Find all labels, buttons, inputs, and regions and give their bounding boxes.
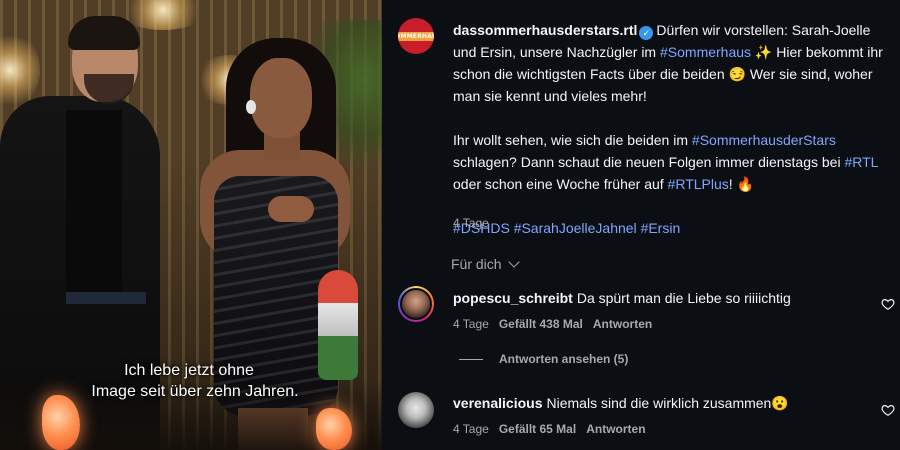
- reply-button[interactable]: Antworten: [586, 422, 645, 436]
- like-heart-icon[interactable]: [881, 403, 895, 417]
- comment-filter-dropdown[interactable]: Für dich: [451, 256, 520, 272]
- hashtag-link[interactable]: #RTLPlus: [668, 176, 729, 192]
- comment-body: popescu_schreibt Da spürt man die Liebe s…: [453, 290, 791, 306]
- hashtag-link[interactable]: #Sommerhaus: [660, 44, 751, 60]
- man-hair: [68, 16, 140, 50]
- like-heart-icon[interactable]: [881, 297, 895, 311]
- man-belt: [66, 292, 146, 304]
- caption-text: ! 🔥: [728, 176, 754, 192]
- comment-timestamp[interactable]: 4 Tage: [453, 422, 489, 436]
- caption-text: oder schon eine Woche früher auf: [453, 176, 668, 192]
- comment-likes[interactable]: Gefällt 438 Mal: [499, 317, 583, 331]
- video-subtitle-line-1: Ich lebe jetzt ohne: [124, 362, 254, 379]
- comment-text: Niemals sind die wirklich zusammen😮: [546, 395, 789, 411]
- comment-meta-row: 4 Tage Gefällt 65 Mal Antworten: [453, 422, 646, 436]
- caption-username[interactable]: dassommerhausderstars.rtl: [453, 22, 637, 38]
- comment-likes[interactable]: Gefällt 65 Mal: [499, 422, 576, 436]
- commenter-avatar[interactable]: [398, 392, 434, 428]
- video-subtitle-line-2: Image seit über zehn Jahren.: [91, 383, 299, 400]
- comment-username[interactable]: popescu_schreibt: [453, 290, 573, 306]
- caption-text: schlagen? Dann schaut die neuen Folgen i…: [453, 154, 845, 170]
- hashtag-link[interactable]: #SarahJoelleJahnel: [514, 220, 637, 236]
- verified-badge-icon: ✓: [639, 26, 654, 40]
- view-replies-button[interactable]: Antworten ansehen (5): [459, 352, 628, 366]
- man-shirt: [66, 110, 122, 300]
- account-logo-text: SOMMERHAUS: [398, 31, 434, 41]
- hashtag-link[interactable]: #RTL: [844, 154, 877, 170]
- hashtag-link[interactable]: #SommerhausderStars: [692, 132, 836, 148]
- avatar-photo: [400, 288, 432, 320]
- replies-divider-line: [459, 358, 483, 360]
- comment-meta-row: 4 Tage Gefällt 438 Mal Antworten: [453, 317, 652, 331]
- post-video[interactable]: Ich lebe jetzt ohne Image seit über zehn…: [0, 0, 382, 450]
- reply-button[interactable]: Antworten: [593, 317, 652, 331]
- comment-timestamp[interactable]: 4 Tage: [453, 317, 489, 331]
- comment-filter-label: Für dich: [451, 256, 502, 272]
- comment-text: Da spürt man die Liebe so riiiichtig: [576, 290, 791, 306]
- commenter-avatar[interactable]: [398, 286, 434, 322]
- comment-body: verenalicious Niemals sind die wirklich z…: [453, 395, 789, 412]
- woman-head: [250, 58, 312, 138]
- view-replies-label: Antworten ansehen (5): [499, 352, 629, 366]
- chevron-down-icon: [507, 256, 520, 268]
- caption-text: Ihr wollt sehen, wie sich die beiden im: [453, 132, 692, 148]
- flamingo-lamp: [316, 408, 352, 450]
- woman-hands: [268, 196, 314, 222]
- hashtag-link[interactable]: #Ersin: [641, 220, 681, 236]
- woman-earring: [246, 100, 256, 114]
- caption-timestamp[interactable]: 4 Tage: [453, 216, 489, 230]
- instagram-post-view: Ich lebe jetzt ohne Image seit über zehn…: [0, 0, 900, 450]
- comment-username[interactable]: verenalicious: [453, 395, 543, 411]
- post-caption: dassommerhausderstars.rtl ✓ Dürfen wir vor…: [453, 19, 883, 239]
- account-avatar[interactable]: SOMMERHAUS: [398, 18, 434, 54]
